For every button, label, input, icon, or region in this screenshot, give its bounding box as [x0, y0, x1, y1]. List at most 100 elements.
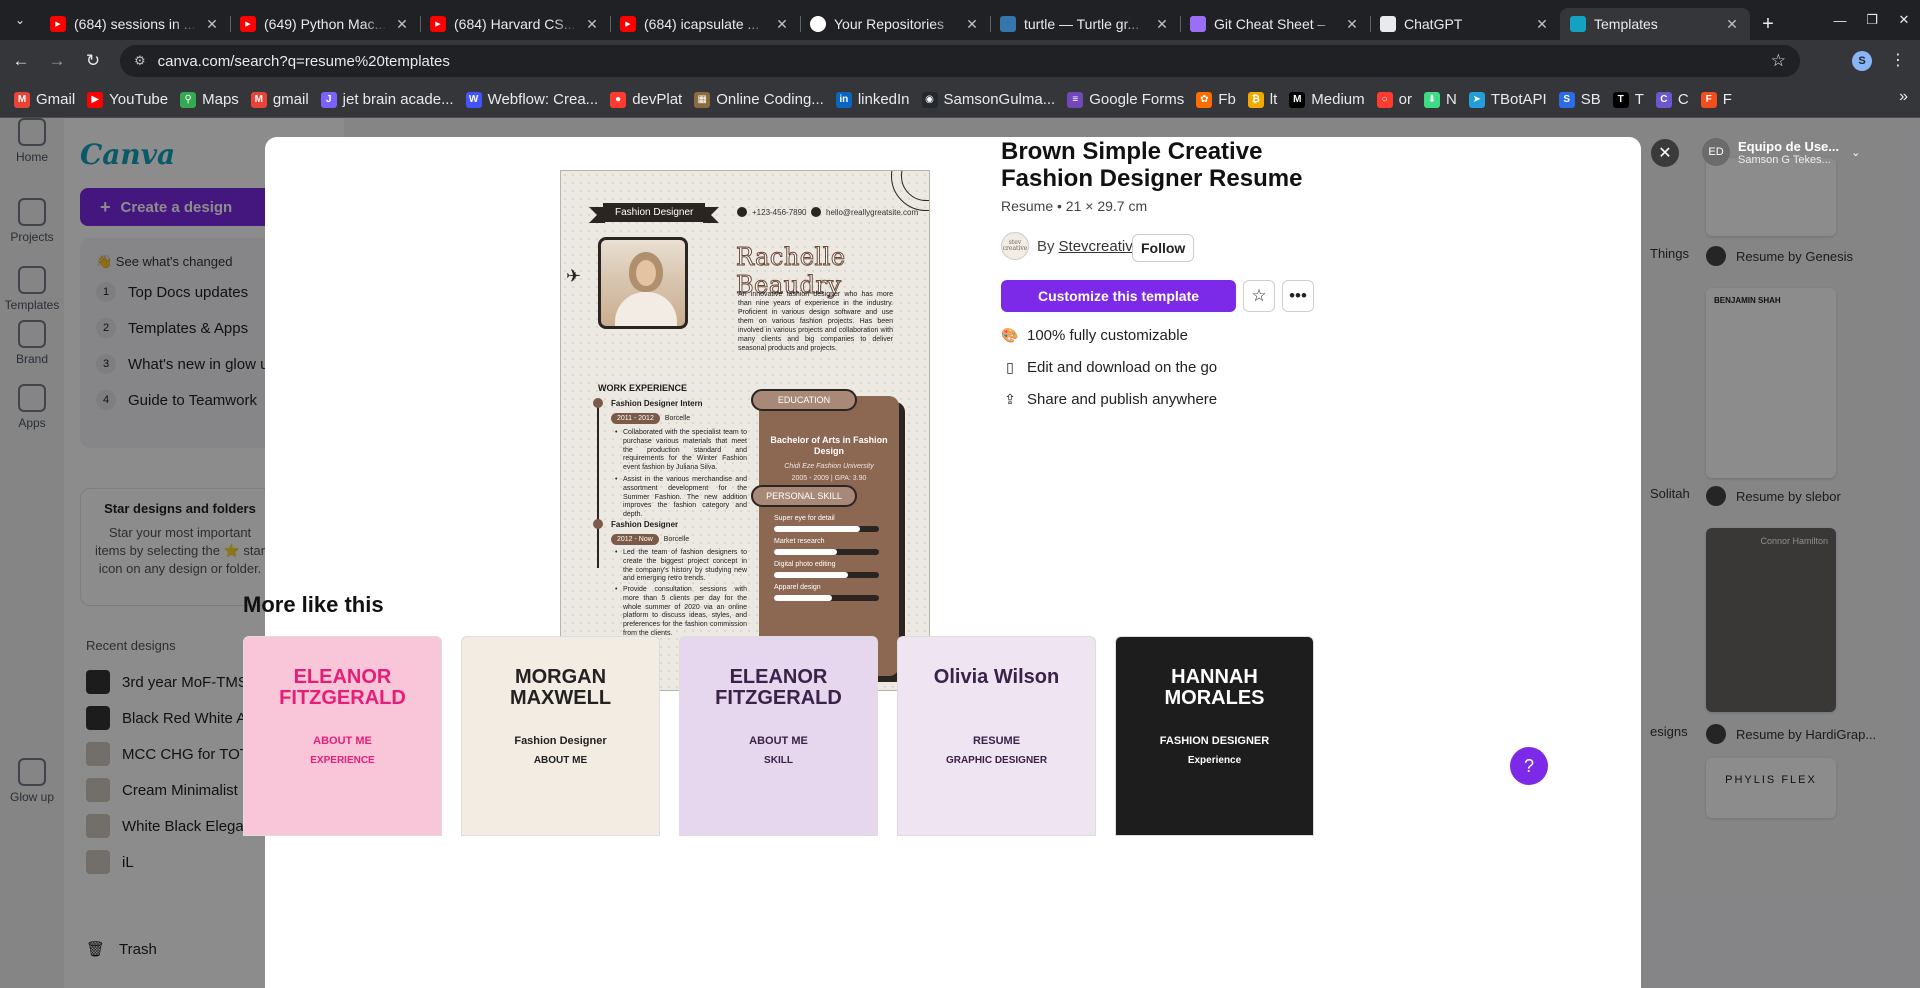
bookmark-item[interactable]: M Medium: [1283, 86, 1370, 114]
card-section: ABOUT ME: [313, 735, 372, 747]
account-switcher[interactable]: ED Equipo de Use... Samson G Tekes... ⌄: [1702, 138, 1860, 166]
browser-menu-icon[interactable]: ⋮: [1890, 50, 1906, 70]
tab-4[interactable]: Your Repositories ✕: [800, 8, 990, 40]
browser-toolbar: ← → ↻ ⚙ canva.com/search?q=resume%20temp…: [0, 40, 1920, 82]
bookmark-item[interactable]: S SB: [1553, 86, 1607, 114]
resume-summary: An innovative fashion designer who has m…: [738, 291, 893, 352]
related-template-card[interactable]: ELEANOR FITZGERALD ABOUT ME EXPERIENCE: [243, 636, 442, 836]
bookmark-item[interactable]: ● devPlat: [604, 86, 688, 114]
tab-1[interactable]: ▶ (649) Python Mac... ✕: [230, 8, 420, 40]
bookmark-item[interactable]: ➤ TBotAPI: [1463, 86, 1553, 114]
tab-2[interactable]: ▶ (684) Harvard CS... ✕: [420, 8, 610, 40]
bookmark-item[interactable]: ₿ lt: [1242, 86, 1284, 114]
bookmark-star-icon[interactable]: ☆: [1771, 51, 1786, 71]
tab-3[interactable]: ▶ (684) icapsulate ... ✕: [610, 8, 800, 40]
bookmark-item[interactable]: M Gmail: [8, 86, 81, 114]
card-name: MORGAN MAXWELL: [509, 666, 612, 709]
bookmark-item[interactable]: ▶ YouTube: [81, 86, 174, 114]
tab-7[interactable]: ChatGPT ✕: [1370, 8, 1560, 40]
address-bar[interactable]: ⚙ canva.com/search?q=resume%20templates …: [120, 45, 1800, 77]
site-info-icon[interactable]: ⚙: [134, 53, 146, 69]
new-tab-button[interactable]: +: [1750, 8, 1786, 40]
reload-icon[interactable]: ↻: [78, 46, 108, 76]
job-years: 2011 - 2012: [611, 413, 660, 424]
bookmark-item[interactable]: Jjet brain acade...: [315, 86, 460, 114]
bookmark-icon: J: [320, 91, 337, 108]
tab-title: Your Repositories: [834, 16, 944, 32]
close-tab-icon[interactable]: ✕: [964, 16, 980, 32]
bookmark-item[interactable]: ◉ SamsonGulma...: [916, 86, 1062, 114]
more-bookmarks-icon[interactable]: »: [1899, 88, 1908, 106]
bookmark-item[interactable]: FF: [1695, 86, 1738, 114]
photo-body-shape: [615, 292, 677, 326]
close-tab-icon[interactable]: ✕: [1724, 16, 1740, 32]
favorite-star-button[interactable]: ☆: [1243, 280, 1275, 312]
related-template-card[interactable]: Olivia Wilson RESUME GRAPHIC DESIGNER: [897, 636, 1096, 836]
degree-title: Bachelor of Arts in Fashion Design: [770, 435, 888, 457]
tab-search-icon[interactable]: ⌄: [0, 0, 40, 40]
bookmark-item[interactable]: ⬇ N: [1418, 86, 1463, 114]
bookmark-icon: T: [1612, 91, 1629, 108]
customize-template-button[interactable]: Customize this template: [1001, 280, 1236, 312]
close-tab-icon[interactable]: ✕: [204, 16, 220, 32]
bookmarks-bar: M Gmail ▶ YouTube ⚲ Maps Mgmail Jjet brain acad…: [0, 82, 1920, 118]
bookmark-item[interactable]: CC: [1650, 86, 1695, 114]
job-dates: 2011 - 2012 Borcelle: [611, 413, 690, 424]
tab-5[interactable]: turtle — Turtle gr... ✕: [990, 8, 1180, 40]
bookmark-item[interactable]: ○ or: [1371, 86, 1418, 114]
help-button[interactable]: ?: [1510, 747, 1548, 785]
bookmark-item[interactable]: W Webflow: Crea...: [460, 86, 605, 114]
bookmark-item[interactable]: Mgmail: [245, 86, 315, 114]
card-section: EXPERIENCE: [310, 755, 375, 766]
restore-icon[interactable]: ❐: [1856, 0, 1888, 40]
job-bullet: Led the team of fashion designers to cre…: [615, 549, 747, 584]
related-template-card[interactable]: MORGAN MAXWELL Fashion Designer ABOUT ME: [461, 636, 660, 836]
card-section: FASHION DESIGNER: [1159, 735, 1270, 747]
resume-phone-text: +123-456-7890: [752, 207, 807, 217]
close-tab-icon[interactable]: ✕: [584, 16, 600, 32]
bookmark-item[interactable]: ✿ Fb: [1190, 86, 1242, 114]
email-icon: [811, 207, 821, 217]
close-tab-icon[interactable]: ✕: [1154, 16, 1170, 32]
close-window-icon[interactable]: ✕: [1888, 0, 1920, 40]
bookmark-item[interactable]: ⚲ Maps: [174, 86, 245, 114]
tab-6[interactable]: Git Cheat Sheet – ✕: [1180, 8, 1370, 40]
tab-title: (684) sessions in ...: [74, 16, 196, 32]
tab-title: turtle — Turtle gr...: [1024, 16, 1140, 32]
tab-8[interactable]: Templates ✕: [1560, 8, 1750, 40]
bookmark-label: Online Coding...: [716, 91, 824, 108]
youtube-icon: ▶: [50, 16, 66, 32]
close-tab-icon[interactable]: ✕: [1344, 16, 1360, 32]
close-tab-icon[interactable]: ✕: [394, 16, 410, 32]
author-row: stev creative By Stevcreative: [1001, 232, 1141, 260]
bookmark-item[interactable]: ▦ Online Coding...: [688, 86, 830, 114]
author-link[interactable]: Stevcreative: [1059, 238, 1142, 255]
star-icon: ☆: [1251, 286, 1267, 305]
forward-icon[interactable]: →: [42, 46, 72, 76]
minimize-icon[interactable]: —: [1824, 0, 1856, 40]
profile-avatar[interactable]: S: [1852, 51, 1872, 71]
bookmark-icon: ⬇: [1424, 91, 1440, 108]
related-template-card[interactable]: HANNAH MORALES FASHION DESIGNER Experience: [1115, 636, 1314, 836]
close-modal-button[interactable]: ✕: [1651, 139, 1679, 167]
bookmark-icon: M: [14, 91, 30, 108]
skill-bar-fill: [774, 572, 848, 578]
bookmark-item[interactable]: in linkedIn: [830, 86, 916, 114]
bookmark-icon: M: [1289, 91, 1306, 108]
youtube-icon: ▶: [240, 16, 256, 32]
bookmark-item[interactable]: ≡ Google Forms: [1061, 86, 1190, 114]
close-tab-icon[interactable]: ✕: [1534, 16, 1550, 32]
more-horizontal-icon: •••: [1289, 286, 1307, 305]
tab-0[interactable]: ▶ (684) sessions in ... ✕: [40, 8, 230, 40]
url-text: canva.com/search?q=resume%20templates: [157, 52, 450, 70]
close-tab-icon[interactable]: ✕: [774, 16, 790, 32]
bookmark-item[interactable]: TT: [1607, 86, 1650, 114]
template-preview-image[interactable]: Fashion Designer +123-456-7890 hello@rea…: [560, 170, 930, 691]
more-options-button[interactable]: •••: [1282, 280, 1314, 312]
follow-button[interactable]: Follow: [1132, 234, 1195, 262]
author-avatar[interactable]: stev creative: [1001, 232, 1029, 260]
timeline-line: [597, 403, 599, 568]
back-icon[interactable]: ←: [6, 46, 36, 76]
canva-icon: [1570, 16, 1586, 32]
related-template-card[interactable]: ELEANOR FITZGERALD ABOUT ME SKILL: [679, 636, 878, 836]
